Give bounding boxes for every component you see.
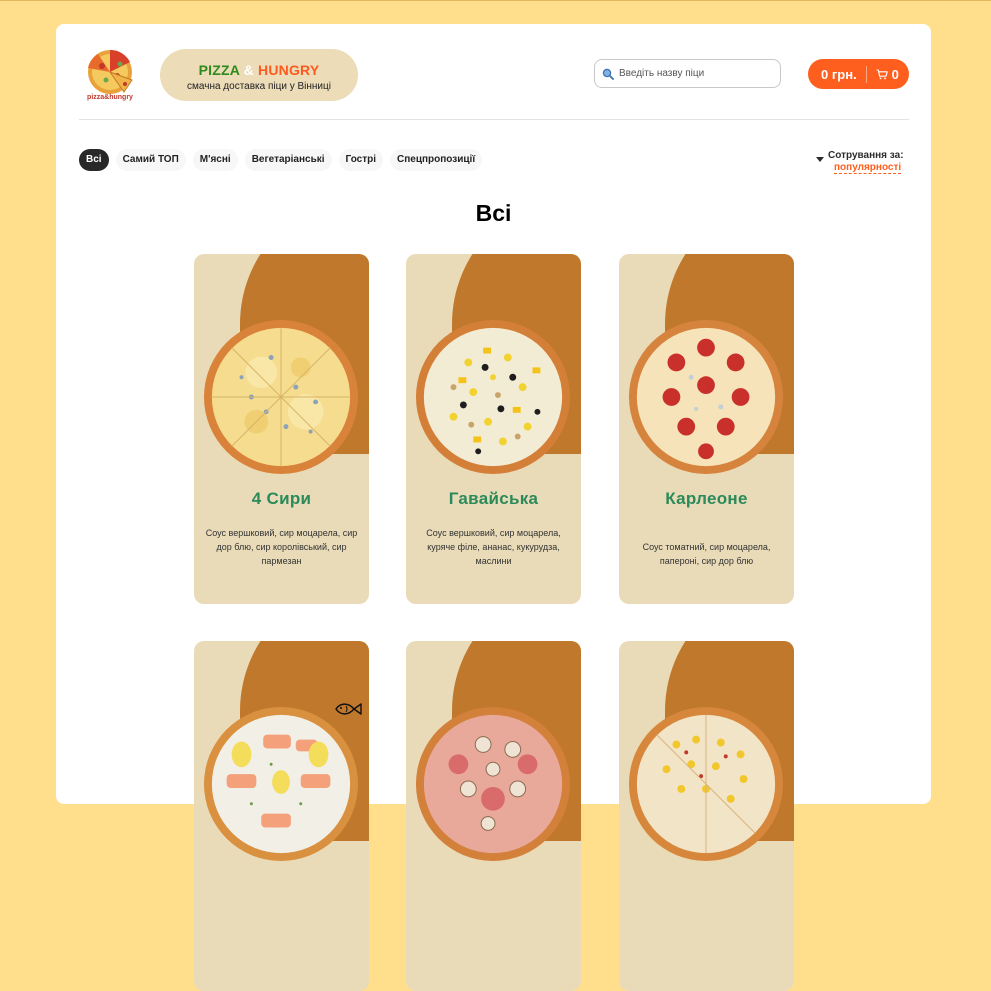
brand-pill: PIZZA & HUNGRY смачна доставка піци у Ві… bbox=[160, 49, 358, 101]
pizza-name: Карлеоне bbox=[665, 489, 748, 508]
page-container: pizza&hungry PIZZA & HUNGRY смачна доста… bbox=[56, 24, 931, 991]
pizza-description: Соус вершковий, сир моцарела, куряче філ… bbox=[426, 528, 561, 566]
pizza-image bbox=[415, 706, 571, 862]
search-icon bbox=[602, 68, 614, 80]
category-tabs: Всі Самий ТОП М'ясні Вегетаріанські Гост… bbox=[79, 149, 489, 171]
header-divider bbox=[79, 119, 909, 120]
pizza-card[interactable]: 4 Сири Соус вершковий, сир моцарела, сир… bbox=[194, 254, 369, 604]
pizza-image bbox=[628, 706, 784, 862]
pizza-card[interactable] bbox=[406, 641, 581, 991]
pizza-card[interactable]: Гавайська Соус вершковий, сир моцарела, … bbox=[406, 254, 581, 604]
brand-subtitle: смачна доставка піци у Вінниці bbox=[187, 81, 331, 92]
brand-title: PIZZA & HUNGRY bbox=[160, 62, 358, 78]
category-vegetarian[interactable]: Вегетаріанські bbox=[244, 149, 332, 171]
pizza-image bbox=[415, 319, 571, 475]
pizza-description: Соус томатний, сир моцарела, папероні, с… bbox=[642, 542, 771, 566]
pizza-name: 4 Сири bbox=[251, 489, 312, 508]
logo[interactable]: pizza&hungry bbox=[80, 46, 140, 106]
category-special-offers[interactable]: Спецпропозиції bbox=[390, 149, 483, 171]
pizza-card[interactable]: Карлеоне Соус томатний, сир моцарела, па… bbox=[619, 254, 794, 604]
sort-arrow-icon bbox=[816, 157, 824, 162]
brand-word-pizza: PIZZA bbox=[198, 62, 240, 78]
sort-value[interactable]: популярності bbox=[834, 162, 902, 174]
category-meat[interactable]: М'ясні bbox=[192, 149, 238, 171]
cart-button[interactable]: 0 грн. 0 bbox=[808, 59, 909, 89]
search-box[interactable] bbox=[594, 59, 781, 88]
pizza-card[interactable] bbox=[619, 641, 794, 991]
section-title: Всі bbox=[475, 200, 512, 226]
brand-ampersand: & bbox=[243, 62, 254, 78]
search-input[interactable] bbox=[617, 67, 771, 80]
pizza-description: Соус вершковий, сир моцарела, сир дор бл… bbox=[205, 528, 358, 566]
pizza-image bbox=[203, 319, 359, 475]
logo-text: pizza&hungry bbox=[87, 94, 133, 101]
sort-label: Сотрування за: bbox=[828, 150, 904, 161]
pizza-image bbox=[203, 706, 359, 862]
pizza-card[interactable] bbox=[194, 641, 369, 991]
category-spicy[interactable]: Гострі bbox=[338, 149, 384, 171]
cart-count: 0 bbox=[891, 66, 899, 82]
cart-divider bbox=[865, 65, 867, 83]
category-top[interactable]: Самий ТОП bbox=[115, 149, 186, 171]
top-border bbox=[0, 0, 991, 1]
cart-price: 0 грн. bbox=[821, 66, 857, 82]
pizza-image bbox=[628, 319, 784, 475]
category-all[interactable]: Всі bbox=[79, 149, 109, 171]
pizza-name: Гавайська bbox=[448, 489, 539, 508]
cart-icon bbox=[876, 68, 888, 79]
brand-word-hungry: HUNGRY bbox=[258, 62, 320, 78]
